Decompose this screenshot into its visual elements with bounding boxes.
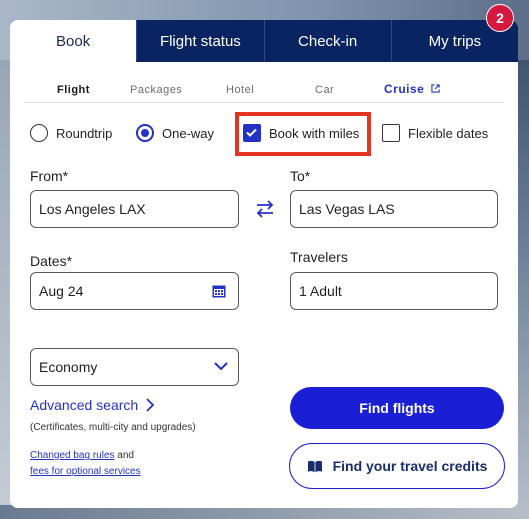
advanced-search-link[interactable]: Advanced search [30,397,155,413]
optional-fees-link[interactable]: fees for optional services [30,466,141,477]
flexible-dates-label: Flexible dates [408,125,489,141]
dates-field[interactable]: Aug 24 [30,272,239,310]
oneway-radio[interactable]: One-way [136,124,214,142]
to-value: Las Vegas LAS [299,201,395,217]
swap-icon[interactable] [253,197,277,221]
find-flights-button[interactable]: Find flights [290,387,504,429]
dates-value: Aug 24 [39,283,84,299]
roundtrip-label: Roundtrip [56,125,113,141]
cabin-value: Economy [39,359,98,375]
from-field[interactable]: Los Angeles LAX [30,190,239,228]
subtab-packages[interactable]: Packages [130,84,182,96]
links-conjunction: and [117,450,134,461]
highlight-box [235,112,371,156]
travelers-value: 1 Adult [299,283,342,299]
find-travel-credits-button[interactable]: Find your travel credits [289,443,505,489]
notification-badge: 2 [486,4,514,32]
calendar-icon[interactable] [212,284,226,298]
oneway-label: One-way [162,125,215,141]
flexible-dates-box[interactable] [382,124,400,142]
chevron-down-icon [214,362,228,371]
cabin-select[interactable]: Economy [30,348,239,386]
tab-book[interactable]: Book [10,20,137,62]
from-value: Los Angeles LAX [39,201,146,217]
external-link-icon [431,84,440,93]
book-icon [307,460,322,472]
flexible-dates-checkbox[interactable]: Flexible dates [382,124,488,142]
subtab-flight[interactable]: Flight [57,84,90,96]
tab-flight-status[interactable]: Flight status [136,20,264,62]
find-travel-credits-label: Find your travel credits [332,458,488,474]
from-label: From* [30,168,69,184]
subtab-car[interactable]: Car [315,84,334,96]
subtab-hotel[interactable]: Hotel [226,84,254,96]
tab-check-in[interactable]: Check-in [263,20,391,62]
to-field[interactable]: Las Vegas LAS [290,190,498,228]
roundtrip-radio-circle[interactable] [30,124,48,142]
oneway-radio-circle[interactable] [136,124,154,142]
advanced-search-note: (Certificates, multi-city and upgrades) [30,422,196,433]
roundtrip-radio[interactable]: Roundtrip [30,124,112,142]
bag-rules-link[interactable]: Changed bag rules [30,450,115,461]
find-flights-label: Find flights [359,400,435,416]
to-label: To* [290,168,311,184]
dates-label: Dates* [30,253,73,269]
advanced-search-label: Advanced search [30,397,139,413]
bag-rules-links: Changed bag rules and fees for optional … [30,448,141,480]
chevron-right-icon [146,398,155,412]
subtab-cruise[interactable]: Cruise [384,82,440,96]
travelers-label: Travelers [290,249,348,265]
subtab-cruise-label: Cruise [384,82,425,96]
sub-tabs: Flight Packages Hotel Car Cruise [10,76,518,102]
booking-widget: Book Flight status Check-in My trips Fli… [10,20,518,508]
main-tabs: Book Flight status Check-in My trips [10,20,518,62]
travelers-field[interactable]: 1 Adult [290,272,498,310]
subtab-divider [24,102,504,103]
